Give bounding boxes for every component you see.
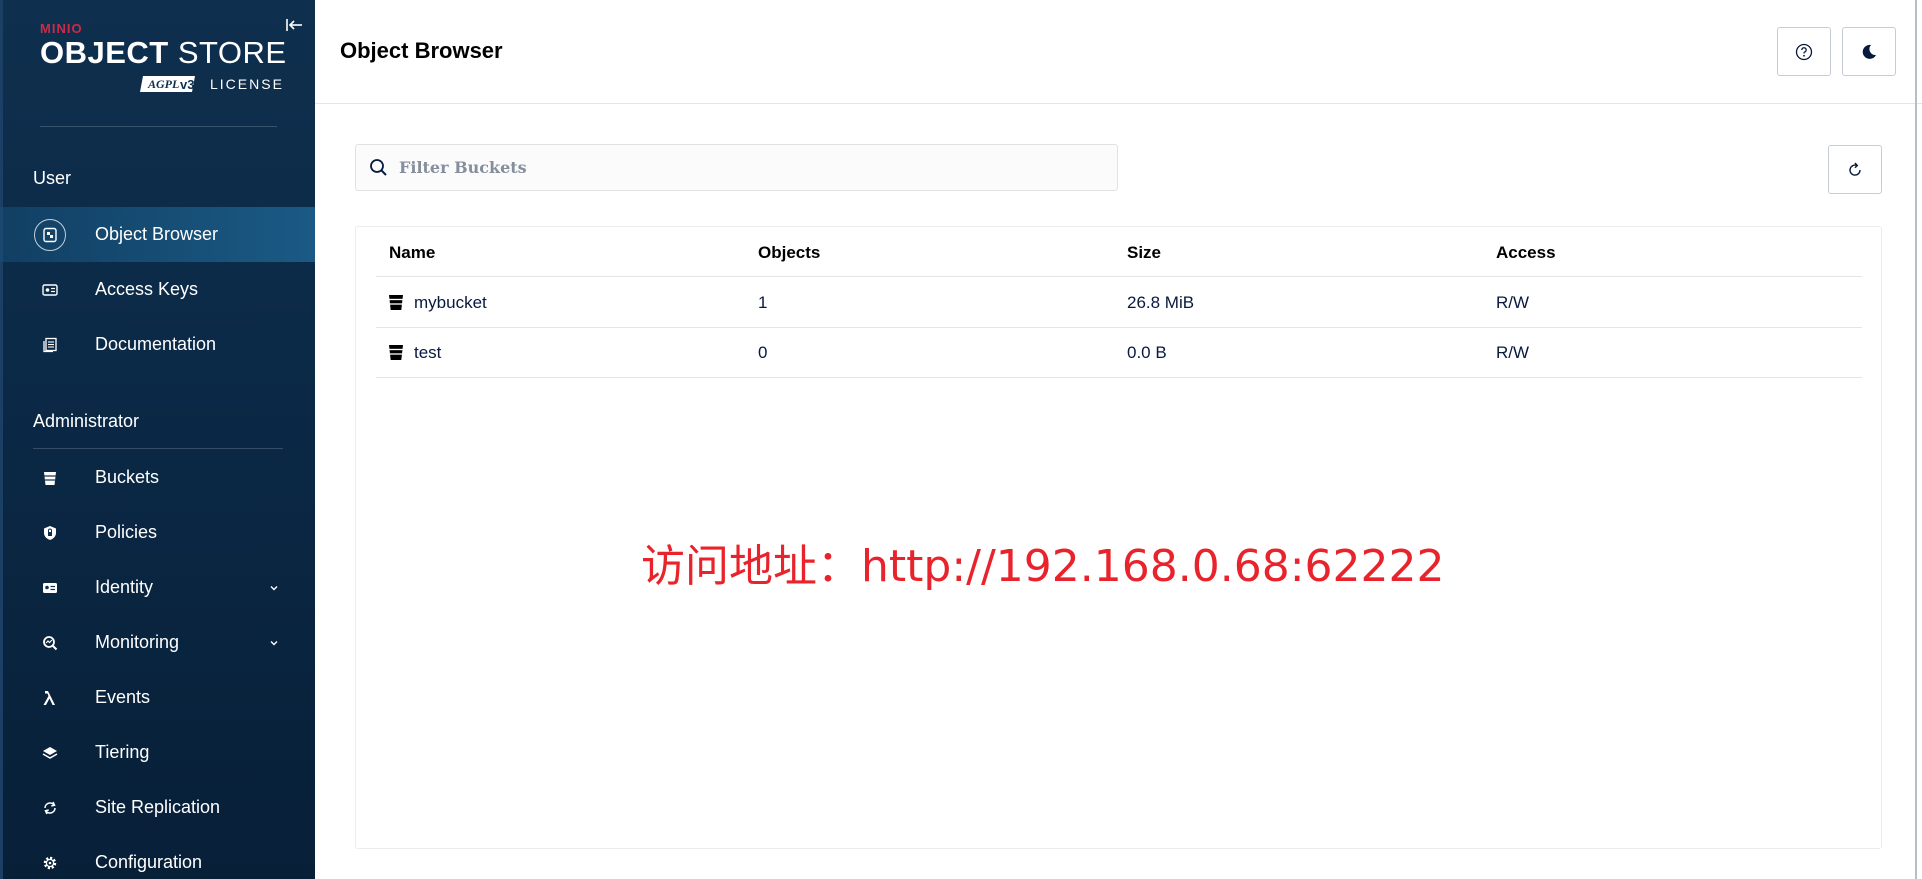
bucket-icon bbox=[389, 345, 403, 360]
column-header-access[interactable]: Access bbox=[1496, 243, 1556, 263]
sidebar: MINIO OBJECT STORE AGPL v3 LICENSE User … bbox=[0, 0, 315, 879]
moon-icon bbox=[1862, 44, 1876, 59]
logo-license-row: AGPL v3 LICENSE bbox=[140, 74, 284, 94]
help-button[interactable] bbox=[1777, 27, 1831, 76]
sidebar-item-configuration[interactable]: Configuration bbox=[0, 835, 315, 879]
sidebar-item-label: Policies bbox=[95, 522, 158, 542]
column-header-name[interactable]: Name bbox=[389, 243, 435, 263]
agpl-badge-icon: AGPL v3 bbox=[140, 76, 195, 92]
filter-buckets-input[interactable] bbox=[399, 145, 1099, 190]
collapse-sidebar-icon[interactable] bbox=[282, 14, 306, 36]
sidebar-item-label: Documentation bbox=[95, 334, 217, 354]
sidebar-item-label: Access Keys bbox=[95, 279, 199, 299]
sidebar-item-label: Site Replication bbox=[95, 797, 221, 817]
column-header-objects[interactable]: Objects bbox=[758, 243, 820, 263]
help-icon bbox=[1795, 43, 1813, 60]
brand-logo: MINIO OBJECT STORE AGPL v3 LICENSE bbox=[40, 21, 287, 98]
documentation-icon bbox=[34, 329, 66, 361]
page-header: Object Browser bbox=[315, 0, 1922, 104]
table-row[interactable]: test 0 0.0 B R/W bbox=[376, 328, 1862, 378]
sidebar-item-policies[interactable]: Policies bbox=[0, 505, 315, 560]
access-keys-icon bbox=[34, 274, 66, 306]
sidebar-item-label: Buckets bbox=[95, 467, 160, 487]
bucket-size: 0.0 B bbox=[1127, 343, 1167, 362]
gear-icon bbox=[34, 847, 66, 879]
logo-product-light: STORE bbox=[177, 35, 287, 70]
sidebar-item-tiering[interactable]: Tiering bbox=[0, 725, 315, 780]
chevron-down-icon[interactable] bbox=[268, 582, 280, 594]
replication-icon bbox=[34, 792, 66, 824]
sidebar-item-events[interactable]: Events bbox=[0, 670, 315, 725]
window-scrollbar[interactable] bbox=[1915, 0, 1917, 879]
access-address-overlay: 访问地址：http://192.168.0.68:62222 bbox=[641, 541, 1445, 592]
sidebar-item-label: Monitoring bbox=[95, 632, 180, 652]
logo-minio: MINIO bbox=[40, 21, 83, 36]
table-header: Name Objects Size Access bbox=[376, 227, 1862, 277]
theme-toggle-button[interactable] bbox=[1842, 27, 1896, 76]
sidebar-item-label: Events bbox=[95, 687, 151, 707]
logo-divider bbox=[40, 126, 277, 127]
sidebar-item-object-browser[interactable]: Object Browser bbox=[0, 207, 315, 262]
bucket-name: mybucket bbox=[414, 293, 487, 312]
sidebar-item-label: Object Browser bbox=[95, 224, 219, 244]
chevron-down-icon[interactable] bbox=[268, 637, 280, 649]
sidebar-item-label: Configuration bbox=[95, 852, 203, 872]
bucket-icon bbox=[34, 462, 66, 494]
identity-icon bbox=[34, 572, 66, 604]
refresh-button[interactable] bbox=[1828, 145, 1882, 194]
filter-buckets-box bbox=[355, 144, 1118, 191]
layers-icon bbox=[34, 737, 66, 769]
refresh-icon bbox=[1849, 162, 1861, 176]
shield-icon bbox=[34, 517, 66, 549]
logo-product-bold: OBJECT bbox=[40, 35, 169, 70]
svg-text:AGPL: AGPL bbox=[147, 77, 179, 91]
column-header-size[interactable]: Size bbox=[1127, 243, 1161, 263]
bucket-objects: 0 bbox=[758, 343, 768, 362]
logo-license: LICENSE bbox=[210, 76, 284, 92]
monitoring-icon bbox=[34, 627, 66, 659]
table-row[interactable]: mybucket 1 26.8 MiB R/W bbox=[376, 278, 1862, 328]
logo-product: OBJECT STORE bbox=[40, 35, 287, 70]
sidebar-item-site-replication[interactable]: Site Replication bbox=[0, 780, 315, 835]
page-title: Object Browser bbox=[340, 38, 503, 63]
sidebar-item-label: Identity bbox=[95, 577, 154, 597]
sidebar-item-documentation[interactable]: Documentation bbox=[0, 317, 315, 372]
object-browser-icon bbox=[34, 218, 66, 251]
section-divider bbox=[33, 448, 283, 449]
sidebar-item-monitoring[interactable]: Monitoring bbox=[0, 615, 315, 670]
sidebar-item-identity[interactable]: Identity bbox=[0, 560, 315, 615]
sidebar-item-access-keys[interactable]: Access Keys bbox=[0, 262, 315, 317]
lambda-icon bbox=[34, 682, 66, 714]
search-icon bbox=[370, 159, 387, 176]
bucket-access: R/W bbox=[1496, 293, 1530, 312]
section-label-user: User bbox=[33, 168, 72, 188]
bucket-objects: 1 bbox=[758, 293, 768, 312]
bucket-icon bbox=[389, 295, 403, 310]
sidebar-item-label: Tiering bbox=[95, 742, 150, 762]
svg-text:v3: v3 bbox=[180, 77, 194, 92]
bucket-access: R/W bbox=[1496, 343, 1530, 362]
section-label-administrator: Administrator bbox=[33, 411, 140, 431]
bucket-name: test bbox=[414, 343, 442, 362]
sidebar-item-buckets[interactable]: Buckets bbox=[0, 450, 315, 505]
bucket-size: 26.8 MiB bbox=[1127, 293, 1195, 312]
